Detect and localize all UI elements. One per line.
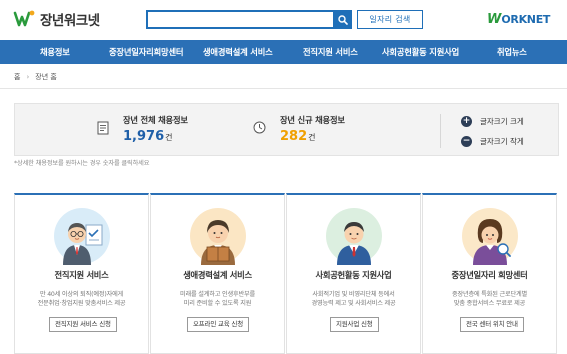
card-desc-line: 미래를 설계하고 인생후반부를 xyxy=(180,291,255,298)
outplacement-illustration-icon xyxy=(54,208,110,265)
main-nav: 채용정보 중장년일자리희망센터 생애경력설계 서비스 전직지원 서비스 사회공헌… xyxy=(0,40,567,64)
breadcrumb-divider xyxy=(0,88,567,89)
service-card-social-contribution: 사회공헌활동 지원사업 사회적기업 및 비영리단체 등에서 경영능력 제고 및 … xyxy=(286,193,421,354)
service-card-outplacement: 전직지원 서비스 만 40세 이상의 퇴직(예정)자에게 전문취업·창업지원 맞… xyxy=(14,193,149,354)
document-icon xyxy=(97,121,109,135)
card-desc-line: 중장년층에 특화된 근로단계별 xyxy=(452,291,527,298)
card-title: 사회공헌활동 지원사업 xyxy=(315,270,392,280)
search-box xyxy=(146,10,352,29)
worknet-logo[interactable]: W ORKNET xyxy=(487,12,550,27)
breadcrumb-home[interactable]: 홈 xyxy=(14,72,20,82)
site-header: 장년워크넷 일자리 검색 W ORKNET xyxy=(0,0,567,40)
stat-total-value-wrap[interactable]: 1,976건 xyxy=(123,129,188,144)
nav-item-news[interactable]: 취업뉴스 xyxy=(497,40,527,64)
card-title: 전직지원 서비스 xyxy=(54,270,109,280)
card-title: 중장년일자리 희망센터 xyxy=(451,270,528,280)
nav-item-outplacement[interactable]: 전직지원 서비스 xyxy=(303,40,358,64)
stat-total-unit: 건 xyxy=(165,133,173,142)
outplacement-apply-button[interactable]: 전직지원 서비스 신청 xyxy=(49,317,117,332)
worknet-logo-text: ORKNET xyxy=(501,13,551,26)
font-size-smaller-label[interactable]: 글자크기 작게 xyxy=(480,136,524,147)
worknet-logo-w: W xyxy=(487,12,502,27)
card-desc-line: 경영능력 제고 및 사회서비스 제공 xyxy=(311,300,396,307)
service-cards: 전직지원 서비스 만 40세 이상의 퇴직(예정)자에게 전문취업·창업지원 맞… xyxy=(14,193,559,354)
career-design-illustration-icon xyxy=(190,208,246,265)
chevron-right-icon: › xyxy=(26,73,30,81)
card-title: 생애경력설계 서비스 xyxy=(183,270,252,280)
logo-text: 장년워크넷 xyxy=(40,13,100,29)
card-desc-line: 사회적기업 및 비영리단체 등에서 xyxy=(312,291,395,298)
service-card-career-design: 생애경력설계 서비스 미래를 설계하고 인생후반부를 미리 준비할 수 있도록 … xyxy=(150,193,285,354)
clock-icon xyxy=(253,121,266,134)
job-center-illustration-icon xyxy=(462,208,518,265)
stat-new-unit: 건 xyxy=(308,133,316,142)
logo-mark-icon xyxy=(13,10,35,27)
breadcrumb: 홈 › 장년 홈 xyxy=(14,72,57,82)
search-input[interactable] xyxy=(148,12,333,27)
card-desc-line: 전문취업·창업지원 맞춤서비스 제공 xyxy=(37,300,126,307)
stat-new: 장년 신규 채용정보 282건 xyxy=(253,114,345,144)
breadcrumb-current: 장년 홈 xyxy=(35,73,57,81)
support-program-apply-button[interactable]: 지원사업 신청 xyxy=(330,317,379,332)
stat-new-value[interactable]: 282 xyxy=(280,129,307,144)
card-desc-line: 만 40세 이상의 퇴직(예정)자에게 xyxy=(39,291,124,298)
card-description: 미래를 설계하고 인생후반부를 미리 준비할 수 있도록 지원 xyxy=(155,290,280,308)
stat-total: 장년 전체 채용정보 1,976건 xyxy=(97,114,188,144)
card-desc-line: 미리 준비할 수 있도록 지원 xyxy=(183,300,252,307)
nav-item-social-contribution[interactable]: 사회공헌활동 지원사업 xyxy=(382,40,459,64)
offline-education-apply-button[interactable]: 오프라인 교육 신청 xyxy=(187,317,249,332)
card-description: 만 40세 이상의 퇴직(예정)자에게 전문취업·창업지원 맞춤서비스 제공 xyxy=(19,290,144,308)
card-description: 사회적기업 및 비영리단체 등에서 경영능력 제고 및 사회서비스 제공 xyxy=(291,290,416,308)
stat-total-value[interactable]: 1,976 xyxy=(123,129,164,144)
stat-total-label: 장년 전체 채용정보 xyxy=(123,115,188,125)
search-icon xyxy=(337,14,348,25)
search-button[interactable] xyxy=(333,10,352,29)
nav-item-job-center[interactable]: 중장년일자리희망센터 xyxy=(109,40,184,64)
job-stats-panel: 장년 전체 채용정보 1,976건 장년 신규 채용정보 282건 + 글자크기… xyxy=(14,103,559,156)
stat-new-label: 장년 신규 채용정보 xyxy=(280,115,345,125)
card-desc-line: 맞춤 종합서비스 무료로 제공 xyxy=(453,300,526,307)
font-size-larger-label[interactable]: 글자크기 크게 xyxy=(480,116,524,127)
job-search-button[interactable]: 일자리 검색 xyxy=(357,10,423,29)
card-description: 중장년층에 특화된 근로단계별 맞춤 종합서비스 무료로 제공 xyxy=(427,290,552,308)
minus-icon[interactable]: − xyxy=(461,136,472,147)
plus-icon[interactable]: + xyxy=(461,116,472,127)
nav-item-jobs[interactable]: 채용정보 xyxy=(40,40,70,64)
stats-note: *상세한 채용정보를 원하시는 경우 숫자를 클릭하세요 xyxy=(14,160,150,167)
site-logo[interactable]: 장년워크넷 xyxy=(12,9,100,29)
stats-divider xyxy=(440,114,441,148)
center-location-button[interactable]: 전국 센터 위치 안내 xyxy=(460,317,524,332)
nav-item-career-design[interactable]: 생애경력설계 서비스 xyxy=(203,40,273,64)
service-card-job-center: 중장년일자리 희망센터 중장년층에 특화된 근로단계별 맞춤 종합서비스 무료로… xyxy=(422,193,557,354)
social-contribution-illustration-icon xyxy=(326,208,382,265)
font-size-larger-control[interactable]: + 글자크기 크게 xyxy=(461,116,524,127)
font-size-smaller-control[interactable]: − 글자크기 작게 xyxy=(461,136,524,147)
stat-new-value-wrap[interactable]: 282건 xyxy=(280,129,345,144)
